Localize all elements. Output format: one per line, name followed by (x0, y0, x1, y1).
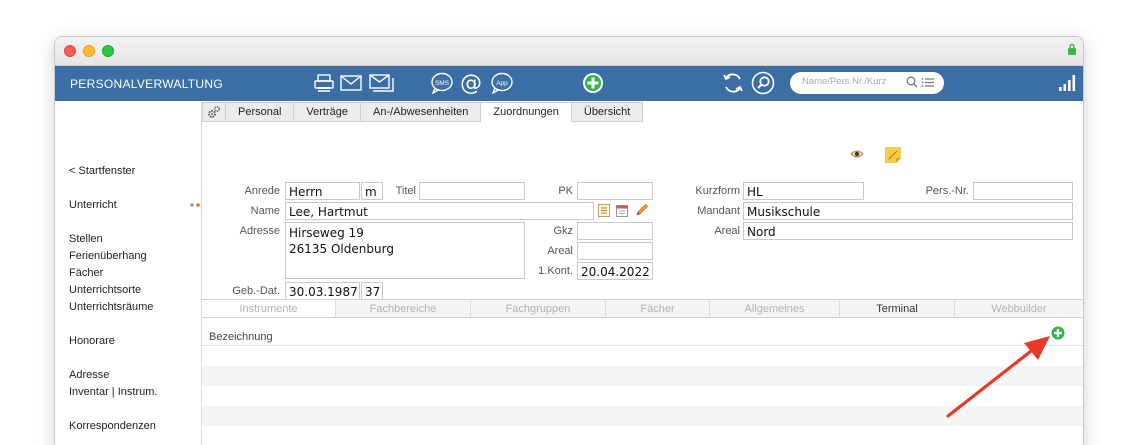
kurzform-field[interactable]: HL (743, 182, 864, 200)
sms-icon-label: SMS (435, 80, 450, 87)
gebdat-field[interactable]: 30.03.1987 (285, 282, 360, 300)
persnr-label: Pers.-Nr. (925, 185, 969, 197)
areal-field[interactable] (577, 242, 653, 260)
areal2-field[interactable]: Nord (743, 222, 1073, 240)
app-icon-label: App (496, 80, 508, 87)
sidebar-item-startfenster[interactable]: < Startfenster (69, 165, 135, 177)
sidebar-item-unterricht[interactable]: Unterricht (69, 199, 117, 211)
at-icon[interactable]: @ (459, 71, 483, 95)
sidebar-item-inventar[interactable]: Inventar | Instrum. (69, 386, 157, 398)
adresse-label: Adresse (239, 225, 280, 237)
sidebar-item-faecher[interactable]: Fächer (69, 267, 103, 279)
zoom-window-button[interactable] (102, 45, 114, 57)
sidebar-item-unterrichtsorte[interactable]: Unterrichtsorte (69, 284, 141, 296)
column-header-bezeichnung[interactable]: Bezeichnung (209, 331, 273, 343)
pencil-icon[interactable] (635, 203, 649, 217)
subtab-webbuilder[interactable]: Webbuilder (955, 300, 1083, 317)
mail-icon[interactable] (340, 72, 362, 94)
tab-vertraege[interactable]: Verträge (294, 102, 362, 122)
subtab-faecher[interactable]: Fächer (606, 300, 710, 317)
alter-field[interactable]: 37 (361, 282, 383, 300)
tab-abwesenheiten[interactable]: An-/Abwesenheiten (361, 102, 482, 122)
titel-label: Titel (395, 185, 416, 197)
subtab-fachbereiche[interactable]: Fachbereiche (336, 300, 471, 317)
app-toolbar: PERSONALVERWALTUNG SMS @ App (55, 66, 1083, 101)
gkz-field[interactable] (577, 222, 653, 240)
sidebar-item-stellen[interactable]: Stellen (69, 233, 103, 245)
app-title: PERSONALVERWALTUNG (70, 77, 223, 91)
status-dots-icon (190, 203, 200, 207)
name-label: Name (250, 205, 280, 217)
close-window-button[interactable] (64, 45, 76, 57)
tab-bar: Personal Verträge An-/Abwesenheiten Zuor… (202, 102, 644, 122)
sidebar: < Startfenster Unterricht Stellen Ferien… (55, 102, 202, 445)
pk-field[interactable] (577, 182, 653, 200)
tab-uebersicht[interactable]: Übersicht (571, 102, 644, 122)
anrede-field[interactable]: Herrn (285, 182, 360, 200)
sidebar-item-adresse[interactable]: Adresse (69, 369, 109, 381)
tab-zuordnungen[interactable]: Zuordnungen (481, 102, 572, 122)
name-field[interactable]: Lee, Hartmut (285, 202, 594, 220)
adresse-line2: 26135 Oldenburg (289, 242, 394, 256)
kont-field[interactable]: 20.04.2022 (577, 262, 653, 280)
search-field[interactable] (790, 72, 944, 94)
window-titlebar (55, 37, 1083, 66)
lock-icon (1068, 43, 1076, 55)
kont-label: 1.Kont. (538, 265, 573, 277)
app-window: PERSONALVERWALTUNG SMS @ App Name/Pers.N… (54, 36, 1084, 445)
adresse-field[interactable]: Hirseweg 19 26135 Oldenburg (285, 222, 525, 279)
sidebar-item-korrespondenzen[interactable]: Korrespondenzen (69, 420, 156, 432)
calendar-icon[interactable] (616, 204, 629, 217)
minimize-window-button[interactable] (83, 45, 95, 57)
list-icon[interactable] (598, 204, 610, 217)
sidebar-item-ferienueberhang[interactable]: Ferienüberhang (69, 250, 147, 262)
subtab-fachgruppen[interactable]: Fachgruppen (471, 300, 606, 317)
areal-label: Areal (547, 245, 573, 257)
sidebar-item-unterrichtsraeume[interactable]: Unterrichtsräume (69, 301, 153, 313)
subtab-terminal[interactable]: Terminal (840, 300, 955, 317)
mandant-label: Mandant (697, 205, 740, 217)
sidebar-item-honorare[interactable]: Honorare (69, 335, 115, 347)
mail-stack-icon[interactable] (369, 72, 395, 94)
mandant-field[interactable]: Musikschule (743, 202, 1073, 220)
app-icon[interactable]: App (490, 72, 514, 94)
adresse-line1: Hirseweg 19 (289, 226, 364, 240)
search-icon[interactable] (751, 71, 775, 95)
search-field-icons (906, 76, 936, 92)
note-icon[interactable] (884, 146, 902, 164)
at-icon-label: @ (460, 71, 482, 95)
gebdat-label: Geb.-Dat. (232, 285, 280, 297)
pointer-arrow-annotation (946, 336, 1050, 418)
printer-icon[interactable] (313, 72, 335, 94)
subtab-bar: Instrumente Fachbereiche Fachgruppen Fäc… (202, 299, 1083, 318)
refresh-icon[interactable] (721, 72, 745, 94)
gender-field[interactable]: m (361, 182, 383, 200)
subtab-instrumente[interactable]: Instrumente (202, 300, 336, 317)
areal2-label: Areal (714, 225, 740, 237)
settings-tab[interactable] (202, 102, 226, 122)
subtab-allgemeines[interactable]: Allgemeines (710, 300, 840, 317)
tab-personal[interactable]: Personal (226, 102, 295, 122)
eye-icon[interactable] (850, 149, 864, 159)
table-row[interactable] (202, 426, 1083, 445)
kurzform-label: Kurzform (695, 185, 740, 197)
add-icon[interactable] (582, 72, 604, 94)
stats-icon[interactable] (1058, 72, 1076, 94)
gkz-label: Gkz (553, 225, 573, 237)
anrede-label: Anrede (244, 185, 280, 197)
search-input[interactable] (802, 76, 902, 87)
persnr-field[interactable] (973, 182, 1073, 200)
gear-icon (208, 106, 220, 118)
pk-label: PK (558, 185, 573, 197)
sms-icon[interactable]: SMS (430, 72, 454, 94)
titel-field[interactable] (419, 182, 525, 200)
